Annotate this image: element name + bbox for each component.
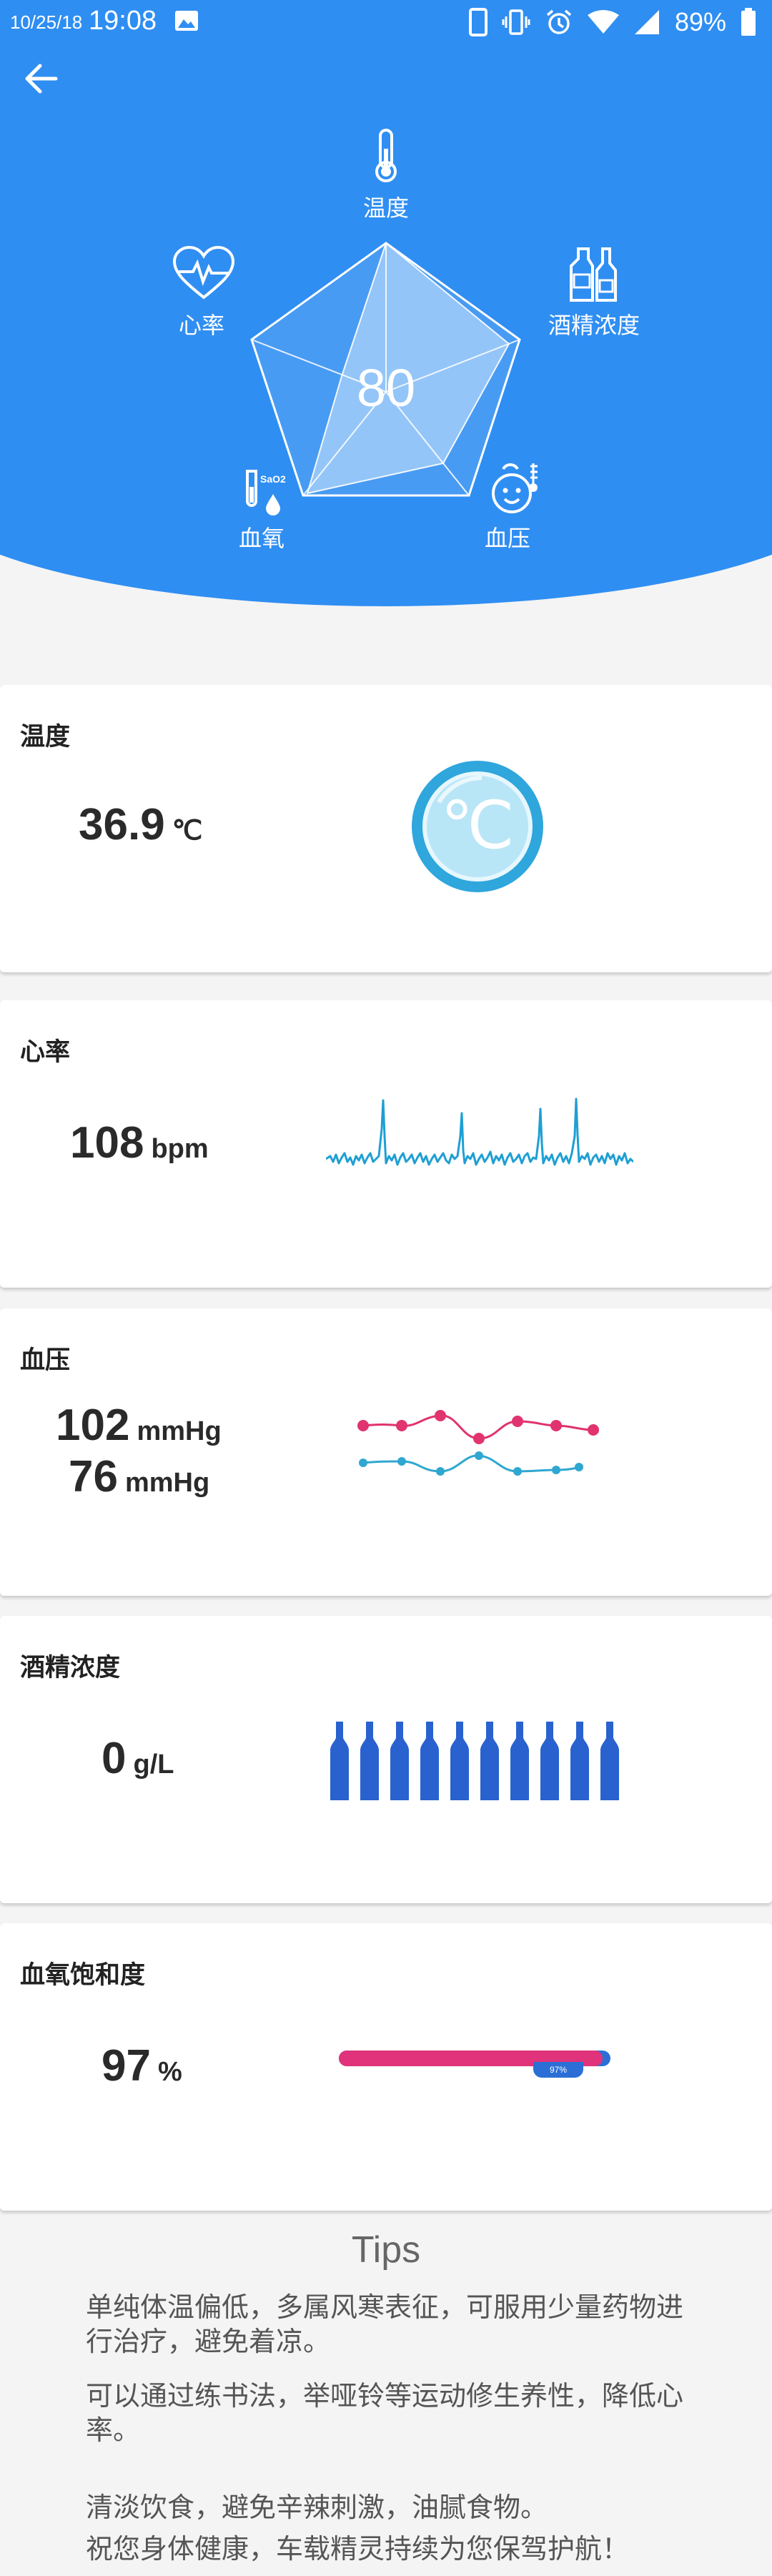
blood-oxygen-number: 97 (102, 2041, 151, 2091)
radar-label-alcohol: 酒精浓度 (548, 312, 640, 338)
diastolic-points (359, 1451, 583, 1476)
health-radar-chart (250, 242, 521, 497)
blood-oxygen-bar: 97% (339, 2051, 610, 2093)
tips-section: Tips 单纯体温偏低，多属风寒表征，可服用少量药物进行治疗，避免着凉。 可以通… (0, 2220, 772, 2576)
alcohol-number: 0 (102, 1734, 127, 1783)
diastolic-number: 76 (69, 1452, 118, 1501)
tip-item: 可以通过练书法，举哑铃等运动修生养性，降低心率。 (86, 2380, 684, 2446)
svg-text:SaO2: SaO2 (260, 473, 286, 485)
alcohol-card[interactable]: 酒精浓度 0 g/L (0, 1616, 772, 1903)
face-icon (492, 463, 538, 513)
heart-rate-card[interactable]: 心率 108 bpm (0, 1000, 772, 1288)
bottles-icon (570, 247, 617, 302)
heart-rate-card-title: 心率 (20, 1038, 71, 1067)
systolic-number: 102 (56, 1401, 130, 1450)
systolic-value: 102 mmHg (56, 1400, 222, 1451)
alcohol-card-title: 酒精浓度 (20, 1654, 121, 1682)
test-tube-icon: SaO2 (246, 470, 286, 515)
blood-pressure-card-title: 血压 (20, 1346, 71, 1375)
radar-label-blood-pressure: 血压 (484, 525, 530, 551)
blood-oxygen-card[interactable]: 血氧饱和度 97% 97% (0, 1923, 772, 2211)
temperature-value: 36.9 ℃ (79, 799, 202, 850)
celsius-icon: ℃ (412, 761, 543, 892)
heart-pulse-icon (172, 245, 235, 300)
systolic-unit: mmHg (137, 1416, 222, 1446)
thermometer-icon (375, 129, 397, 182)
tips-title: Tips (351, 2229, 421, 2271)
health-header: 10/25/18 19:08 89% 80 温度 心率 酒精浓度 SaO2 血氧… (0, 0, 772, 608)
health-score: 80 (356, 358, 416, 418)
tip-item: 祝您身体健康，车载精灵持续为您保驾护航！ (86, 2533, 630, 2565)
radar-label-heart-rate: 心率 (178, 312, 224, 338)
heart-rate-value: 108 bpm (70, 1117, 209, 1168)
heart-rate-unit: bpm (151, 1134, 209, 1164)
alcohol-value: 0 g/L (102, 1733, 174, 1784)
systolic-points (357, 1410, 599, 1444)
ecg-waveform (326, 1097, 633, 1166)
blood-pressure-card[interactable]: 血压 102 mmHg 76 mmHg (0, 1308, 772, 1596)
temperature-unit: ℃ (172, 816, 203, 846)
temperature-number: 36.9 (79, 800, 165, 849)
radar-label-temperature: 温度 (362, 195, 409, 221)
alcohol-unit: g/L (133, 1750, 174, 1780)
alcohol-bottles (330, 1722, 619, 1800)
celsius-icon-text: ℃ (440, 787, 514, 864)
radar-label-blood-oxygen: 血氧 (238, 525, 284, 551)
diastolic-unit: mmHg (124, 1468, 210, 1498)
blood-oxygen-card-title: 血氧饱和度 (20, 1961, 146, 1990)
diastolic-value: 76 mmHg (69, 1451, 209, 1502)
blood-pressure-trend (357, 1410, 599, 1476)
blood-oxygen-unit: % (157, 2057, 182, 2087)
temperature-card[interactable]: 温度 36.9 ℃ ℃ (0, 685, 772, 972)
temperature-card-title: 温度 (20, 723, 71, 751)
blood-oxygen-value: 97% (102, 2040, 182, 2091)
blood-oxygen-bar-badge: 97% (533, 2062, 583, 2078)
tip-item: 单纯体温偏低，多属风寒表征，可服用少量药物进行治疗，避免着凉。 (86, 2291, 684, 2357)
tip-item: 清淡饮食，避免辛辣刺激，油腻食物。 (86, 2492, 548, 2523)
heart-rate-number: 108 (70, 1118, 144, 1168)
